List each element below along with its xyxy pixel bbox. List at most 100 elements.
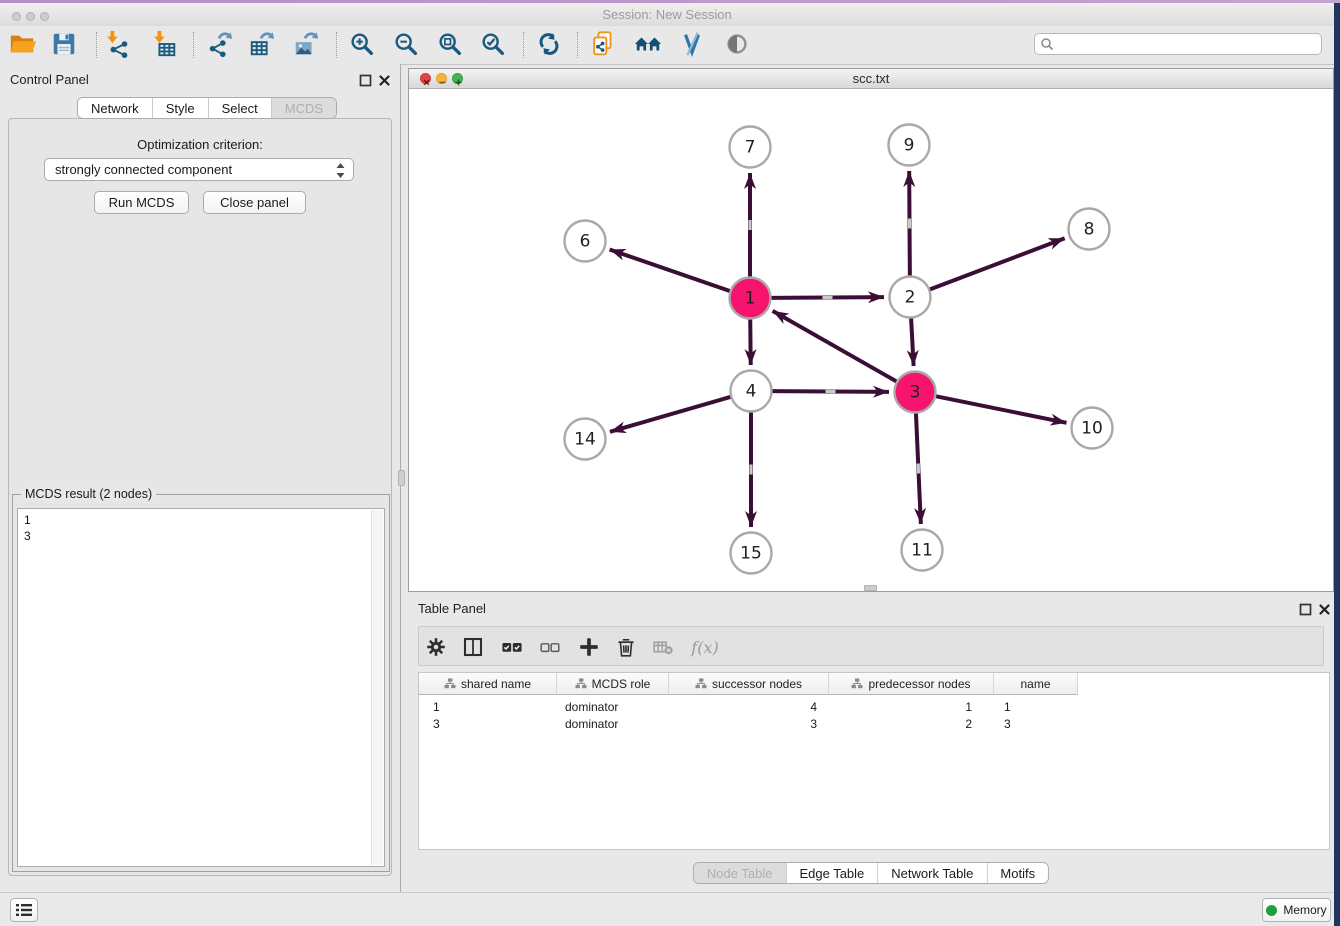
graph-node-8[interactable]: 8: [1069, 209, 1110, 250]
node-label: 15: [740, 544, 762, 564]
graph-edge-3-1[interactable]: [773, 311, 897, 382]
graph-edge-4-14[interactable]: [610, 397, 731, 432]
optimization-criterion-dropdown[interactable]: strongly connected component: [44, 158, 354, 181]
tab-network[interactable]: Network: [78, 98, 153, 118]
clone-network-icon[interactable]: [589, 29, 619, 59]
node-label: 3: [910, 383, 921, 403]
import-network-icon[interactable]: [103, 29, 133, 59]
column-header-shared-name[interactable]: shared name: [419, 673, 557, 695]
zoom-in-icon[interactable]: [347, 29, 377, 59]
add-row-icon[interactable]: [574, 632, 604, 662]
edge-label-mark: [749, 465, 752, 475]
tab-motifs[interactable]: Motifs: [987, 863, 1048, 883]
zoom-selected-icon[interactable]: [478, 29, 508, 59]
apply-layout-icon[interactable]: [534, 29, 564, 59]
table-panel: Table Panel: [408, 596, 1334, 890]
mcds-result-text[interactable]: 1 3: [17, 508, 385, 867]
graph-node-4[interactable]: 4: [731, 371, 772, 412]
table-cell[interactable]: dominator: [557, 717, 669, 731]
save-session-icon[interactable]: [49, 29, 79, 59]
tab-node-table[interactable]: Node Table: [694, 863, 787, 883]
graph-node-6[interactable]: 6: [565, 221, 606, 262]
main-toolbar: [0, 26, 1334, 65]
open-session-icon[interactable]: [7, 29, 37, 59]
float-panel-icon[interactable]: [359, 74, 372, 87]
chevron-up-down-icon: [335, 162, 346, 182]
tab-mcds[interactable]: MCDS: [272, 98, 336, 118]
tab-edge-table[interactable]: Edge Table: [786, 863, 878, 883]
table-header-row: shared nameMCDS role successor nodes prede…: [419, 673, 1078, 695]
node-label: 10: [1081, 419, 1103, 439]
tab-style[interactable]: Style: [153, 98, 209, 118]
table-cell[interactable]: 3: [669, 717, 829, 731]
select-all-icon[interactable]: [497, 632, 527, 662]
graph-node-15[interactable]: 15: [731, 533, 772, 574]
graph-node-7[interactable]: 7: [730, 127, 771, 168]
column-selector-icon[interactable]: [458, 632, 488, 662]
delete-table-icon[interactable]: [648, 632, 678, 662]
graph-node-9[interactable]: 9: [889, 125, 930, 166]
graph-edge-2-8[interactable]: [930, 238, 1065, 289]
table-row[interactable]: 3dominator323: [419, 715, 1329, 732]
tab-network-table[interactable]: Network Table: [878, 863, 987, 883]
badge-icon[interactable]: [677, 29, 707, 59]
search-icon: [1040, 37, 1054, 51]
desktop-edge-right: [1334, 3, 1340, 926]
export-image-icon[interactable]: [291, 29, 321, 59]
table-cell[interactable]: 2: [829, 717, 994, 731]
delete-row-trash-icon[interactable]: [611, 632, 641, 662]
table-panel-title: Table Panel: [418, 601, 486, 616]
export-table-icon[interactable]: [247, 29, 277, 59]
close-panel-button[interactable]: Close panel: [203, 191, 306, 214]
level-of-detail-eye-icon[interactable]: [722, 29, 752, 59]
node-label: 11: [911, 541, 933, 561]
network-window-titlebar[interactable]: scc.txt: [409, 69, 1333, 89]
tab-select[interactable]: Select: [209, 98, 272, 118]
memory-button[interactable]: Memory: [1262, 898, 1331, 922]
column-header-predecessor-nodes[interactable]: predecessor nodes: [829, 673, 994, 695]
settings-gear-icon[interactable]: [421, 632, 451, 662]
table-row[interactable]: 1dominator411: [419, 698, 1329, 715]
table-cell[interactable]: 4: [669, 700, 829, 714]
zoom-out-icon[interactable]: [391, 29, 421, 59]
export-network-icon[interactable]: [205, 29, 235, 59]
float-panel-icon[interactable]: [1299, 603, 1312, 616]
scrollbar-track[interactable]: [371, 510, 383, 865]
table-cell[interactable]: 1: [829, 700, 994, 714]
column-header-label: successor nodes: [712, 677, 802, 691]
window-title: Session: New Session: [0, 7, 1334, 22]
node-label: 2: [905, 288, 916, 308]
column-header-MCDS-role[interactable]: MCDS role: [557, 673, 669, 695]
column-header-successor-nodes[interactable]: successor nodes: [669, 673, 829, 695]
table-cell[interactable]: dominator: [557, 700, 669, 714]
deselect-all-icon[interactable]: [535, 632, 565, 662]
graph-node-11[interactable]: 11: [902, 530, 943, 571]
graph-edge-1-6[interactable]: [610, 249, 731, 291]
close-panel-icon[interactable]: [1318, 603, 1331, 616]
node-label: 8: [1084, 220, 1095, 240]
task-history-button[interactable]: [10, 898, 38, 922]
run-mcds-button[interactable]: Run MCDS: [94, 191, 189, 214]
import-table-icon[interactable]: [150, 29, 180, 59]
graph-edge-3-10[interactable]: [936, 396, 1067, 423]
horizontal-splitter-handle[interactable]: [864, 585, 877, 591]
table-cell[interactable]: 1: [994, 700, 1078, 714]
table-cell[interactable]: 3: [994, 717, 1078, 731]
graph-node-14[interactable]: 14: [565, 419, 606, 460]
graph-node-1[interactable]: 1: [730, 278, 771, 319]
zoom-fit-icon[interactable]: [435, 29, 465, 59]
graph-edge-2-3[interactable]: [911, 318, 914, 366]
vertical-splitter-handle[interactable]: [398, 470, 405, 486]
graph-node-3[interactable]: 3: [895, 372, 936, 413]
column-header-name[interactable]: name: [994, 673, 1078, 695]
graph-node-2[interactable]: 2: [890, 277, 931, 318]
table-cell[interactable]: 1: [419, 700, 557, 714]
home-icon[interactable]: [633, 29, 663, 59]
graph-node-10[interactable]: 10: [1072, 408, 1113, 449]
close-panel-icon[interactable]: [378, 74, 391, 87]
search-input[interactable]: [1054, 34, 1321, 54]
toolbar-separator: [193, 32, 194, 58]
function-builder-icon[interactable]: f(x): [690, 632, 720, 662]
network-canvas[interactable]: 1 2 3 4 6 7 8 9 10 11 14 15: [409, 88, 1333, 593]
table-cell[interactable]: 3: [419, 717, 557, 731]
